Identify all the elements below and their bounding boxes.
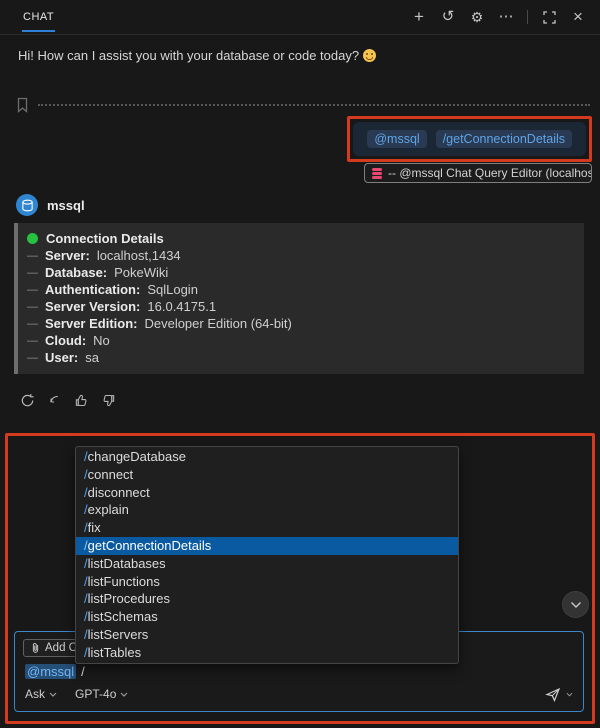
new-chat-icon[interactable]: + xyxy=(411,8,427,25)
command-item[interactable]: / getConnectionDetails xyxy=(76,536,458,555)
command-item[interactable]: / listDatabases xyxy=(76,555,458,573)
command-item[interactable]: / disconnect xyxy=(76,484,458,502)
model-dropdown[interactable]: GPT-4o xyxy=(75,687,128,701)
database-icon xyxy=(372,167,382,179)
chevron-down-icon xyxy=(120,692,128,697)
agent-name: mssql xyxy=(47,197,85,213)
command-item[interactable]: / fix xyxy=(76,519,458,537)
slash-command-chip: /getConnectionDetails xyxy=(435,130,572,148)
more-actions-icon[interactable]: ⋯ xyxy=(498,9,514,25)
connection-fields: — Server: localhost,1434 — Database: PokeWiki… xyxy=(27,247,572,366)
send-icon xyxy=(545,687,561,702)
connection-field-row: — User: sa xyxy=(27,350,99,365)
bookmark-icon[interactable] xyxy=(16,97,29,113)
user-request-row: @mssql /getConnectionDetails xyxy=(0,116,600,162)
highlight-box-request: @mssql /getConnectionDetails xyxy=(347,116,592,162)
chat-input-text[interactable]: @mssql / xyxy=(25,664,85,679)
titlebar-divider xyxy=(527,10,528,24)
command-item[interactable]: / listServers xyxy=(76,626,458,644)
mention-chip: @mssql xyxy=(25,664,77,679)
settings-gear-icon[interactable]: ⚙ xyxy=(469,9,485,25)
mssql-avatar xyxy=(16,194,38,216)
dashed-divider xyxy=(38,104,590,106)
agent-mention-chip: @mssql xyxy=(367,130,427,148)
connection-field-row: — Server Edition: Developer Edition (64-bi… xyxy=(27,316,292,331)
smile-emoji-icon xyxy=(363,49,377,62)
response-header: mssql xyxy=(0,183,600,223)
connection-field-row: — Authentication: SqlLogin xyxy=(27,282,198,297)
connection-field-row: — Database: PokeWiki xyxy=(27,265,169,280)
tab-chat[interactable]: CHAT xyxy=(22,2,56,32)
command-item[interactable]: / listFunctions xyxy=(76,573,458,591)
model-label: GPT-4o xyxy=(75,687,117,701)
maximize-icon[interactable] xyxy=(541,9,557,25)
command-item[interactable]: / listTables xyxy=(76,644,458,662)
assistant-greeting: Hi! How can I assist you with your datab… xyxy=(0,35,600,63)
command-item[interactable]: / listProcedures xyxy=(76,590,458,608)
context-attachment[interactable]: -- @mssql Chat Query Editor (localhost,1 xyxy=(364,163,592,183)
command-item[interactable]: / changeDatabase xyxy=(76,448,458,466)
send-button[interactable] xyxy=(545,687,573,702)
status-green-dot xyxy=(27,232,38,244)
thumbs-up-icon[interactable] xyxy=(72,391,90,409)
connection-field-row: — Server: localhost,1434 xyxy=(27,248,181,263)
thumbs-down-icon[interactable] xyxy=(99,391,117,409)
connection-details-title: Connection Details xyxy=(46,230,164,246)
connection-details-title-row: Connection Details xyxy=(27,229,572,247)
context-row: -- @mssql Chat Query Editor (localhost,1 xyxy=(0,163,600,183)
history-icon[interactable]: ↺ xyxy=(440,9,456,25)
connection-field-row: — Server Version: 16.0.4175.1 xyxy=(27,299,217,314)
retry-icon[interactable] xyxy=(45,391,63,409)
add-context-label: Add C xyxy=(45,642,77,654)
chevron-down-icon xyxy=(566,692,573,697)
greeting-text: Hi! How can I assist you with your datab… xyxy=(18,48,360,63)
request-separator xyxy=(16,97,590,113)
connection-details-block: Connection Details — Server: localhost,143… xyxy=(14,223,584,374)
typed-text: / xyxy=(81,664,85,679)
scroll-to-bottom-button[interactable] xyxy=(562,591,589,618)
response-actions xyxy=(0,374,600,409)
chevron-down-icon xyxy=(49,692,57,697)
mode-label: Ask xyxy=(25,687,46,701)
command-item[interactable]: / listSchemas xyxy=(76,608,458,626)
close-icon[interactable]: × xyxy=(570,8,586,25)
panel-titlebar: CHAT + ↺ ⚙ ⋯ × xyxy=(0,0,600,35)
paperclip-icon xyxy=(32,643,39,653)
command-item[interactable]: / connect xyxy=(76,466,458,484)
user-message-bubble: @mssql /getConnectionDetails xyxy=(353,122,586,156)
command-item[interactable]: / explain xyxy=(76,501,458,519)
connection-field-row: — Cloud: No xyxy=(27,333,110,348)
rerun-icon[interactable] xyxy=(18,391,36,409)
context-attachment-label: -- @mssql Chat Query Editor (localhost,1 xyxy=(388,166,592,180)
command-menu: / changeDatabase / connect / disconnect / expla… xyxy=(75,446,459,664)
mode-dropdown[interactable]: Ask xyxy=(25,687,57,701)
titlebar-actions: + ↺ ⚙ ⋯ × xyxy=(411,8,586,25)
input-controls: Ask GPT-4o xyxy=(25,684,573,704)
